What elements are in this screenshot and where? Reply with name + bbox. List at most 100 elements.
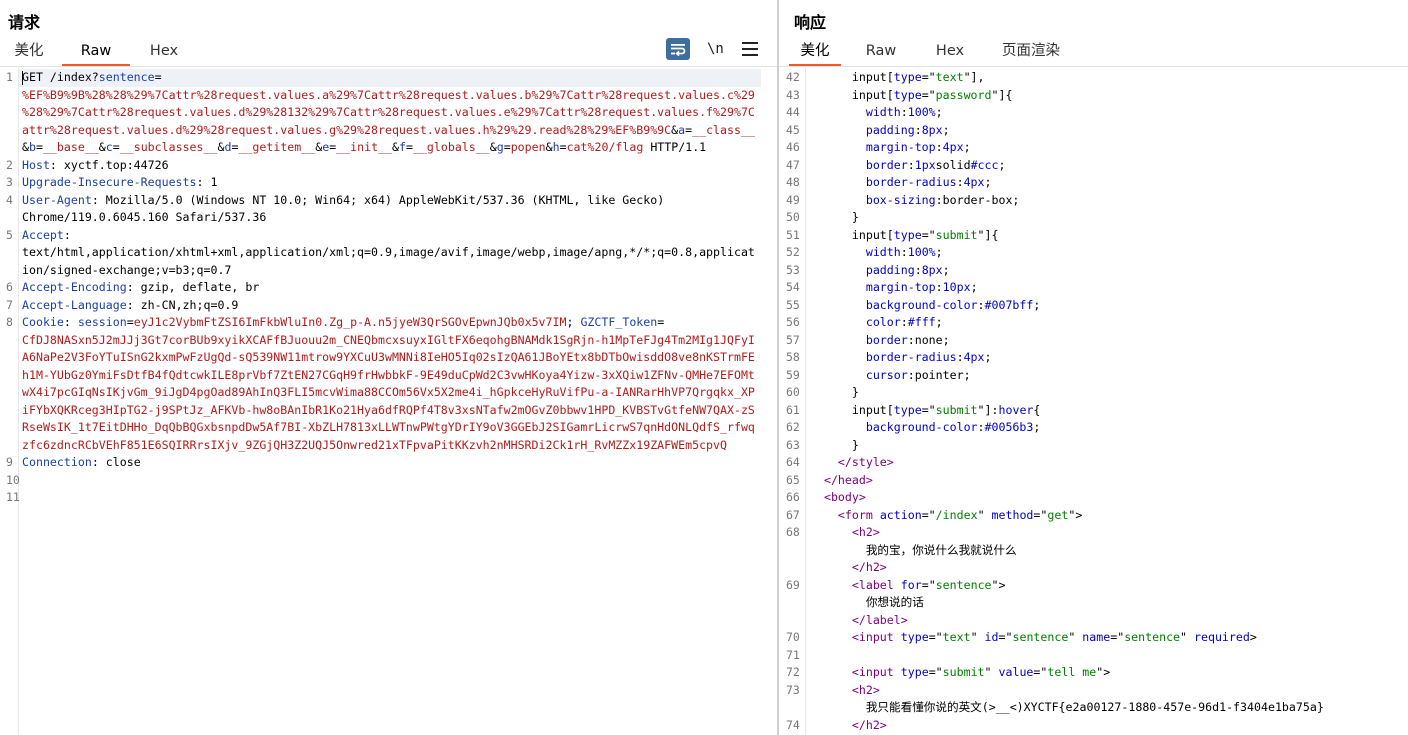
line-number: 64 <box>786 455 800 469</box>
line-number: 43 <box>786 87 800 102</box>
request-code-line: attr%28request.values.d%29%28request.val… <box>22 122 755 137</box>
request-code-line: Cookie: session=eyJ1c2VybmFtZSI6ImFkbWlu… <box>22 315 665 329</box>
line-number: 56 <box>786 315 800 329</box>
response-code-line: margin-top:4px; <box>865 140 971 154</box>
line-number: 47 <box>786 157 800 172</box>
hamburger-menu-icon[interactable] <box>742 38 758 60</box>
response-code-line: background-color:#007bff; <box>865 297 1041 312</box>
response-code-line: border-radius:4px; <box>865 175 992 189</box>
tab-pretty[interactable]: 美化 <box>8 40 50 66</box>
line-number: 11 <box>6 490 20 504</box>
request-code-line: h1M-YUbGz0YmiFsDtfB4fQdtcwkILE8prVbf7ZtE… <box>22 367 755 382</box>
line-number: 58 <box>786 350 800 364</box>
response-code-line: border-radius:4px; <box>865 350 992 364</box>
line-number: 5 <box>6 227 13 242</box>
line-number: 50 <box>786 210 800 224</box>
request-code-line: %EF%B9%9B%28%28%29%7Cattr%28request.valu… <box>22 87 755 102</box>
response-code-line: <h2> <box>851 525 880 539</box>
line-number: 54 <box>786 280 800 294</box>
response-code-line: 你想说的话 <box>810 595 924 609</box>
line-number: 57 <box>786 332 800 347</box>
line-number: 70 <box>786 630 800 644</box>
line-number: 72 <box>786 665 800 679</box>
response-code-line: <form action="/index" method="get"> <box>837 507 1083 522</box>
line-number: 7 <box>6 297 13 312</box>
response-code-line: 我的宝，你说什么我就说什么 <box>810 542 1017 557</box>
line-number: 59 <box>786 367 800 382</box>
response-code-line: <body> <box>823 490 866 504</box>
request-code-line: ion/signed-exchange;v=b3;q=0.7 <box>22 262 232 277</box>
request-code-line: Accept: <box>22 227 71 242</box>
response-code-line: </style> <box>837 455 894 469</box>
request-code-line: CfDJ8NASxn5J2mJJj3Gt7corBUb9xyikXCAFfBJu… <box>22 332 755 347</box>
response-code-line: input[type="submit"]:hover{ <box>810 402 1041 417</box>
line-number: 73 <box>786 682 800 697</box>
response-code-line: } <box>810 385 859 399</box>
line-number: 52 <box>786 245 800 259</box>
line-number: 44 <box>786 105 800 119</box>
response-code-line: <input type="text" id="sentence" name="s… <box>851 630 1257 644</box>
response-editor[interactable]: 42 input[type="text"], 43 input[type="pas… <box>779 68 1408 735</box>
line-number: 65 <box>786 472 800 487</box>
response-code-line: padding:8px; <box>865 262 950 277</box>
tab-hex[interactable]: Hex <box>140 40 188 66</box>
line-number: 74 <box>786 717 800 732</box>
response-title: 响应 <box>794 13 827 32</box>
line-number: 6 <box>6 280 13 294</box>
response-tabs: 美化 Raw Hex 页面渲染 <box>779 40 1408 66</box>
line-number: 3 <box>6 175 13 189</box>
tab-hex[interactable]: Hex <box>929 40 971 66</box>
line-number: 69 <box>786 577 800 592</box>
response-code-line: <h2> <box>851 682 880 697</box>
line-number: 1 <box>6 70 13 84</box>
request-code-line: A6NaPe2V3FoYTuISnG2kxmPwFzUgQd-sQ539NW11… <box>22 350 755 364</box>
request-code-line: text/html,application/xhtml+xml,applicat… <box>22 245 755 259</box>
text-caret <box>22 71 23 85</box>
request-code-line: %28%29%7Cattr%28request.values.d%29%2813… <box>22 105 755 119</box>
line-number: 4 <box>6 192 13 207</box>
response-code-line: input[type="text"], <box>810 70 985 84</box>
tab-pretty[interactable]: 美化 <box>789 40 841 66</box>
response-code-line: background-color:#0056b3; <box>865 420 1041 434</box>
line-number: 68 <box>786 525 800 539</box>
response-code-line: } <box>810 437 859 452</box>
line-number: 62 <box>786 420 800 434</box>
request-editor[interactable]: 1 GET /index?sentence= %EF%B9%9B%28%28%29%… <box>0 68 777 735</box>
line-number: 63 <box>786 437 800 452</box>
tab-render[interactable]: 页面渲染 <box>997 40 1065 66</box>
request-code-line: &b=__base__&c=__subclasses__&d=__getitem… <box>22 140 707 154</box>
line-number: 8 <box>6 315 13 329</box>
request-code-line: Connection: close <box>22 455 141 469</box>
wrap-lines-icon <box>671 44 686 57</box>
request-code-line: RseWsIK_1t7EitDHHo_DqQbBQGxbsnpdDw5Af7BI… <box>22 420 755 434</box>
wrap-lines-button[interactable] <box>666 38 690 60</box>
request-title: 请求 <box>8 13 41 32</box>
response-code-line: </label> <box>851 612 908 627</box>
response-pane: 响应 美化 Raw Hex 页面渲染 42 input[type="text"]… <box>779 0 1408 735</box>
response-code-line: padding:8px; <box>865 122 950 137</box>
line-number: 49 <box>786 192 800 207</box>
line-number: 42 <box>786 70 800 84</box>
request-code-line: Chrome/119.0.6045.160 Safari/537.36 <box>22 210 267 224</box>
request-code-line: GET /index?sentence= <box>22 70 162 84</box>
line-number: 55 <box>786 297 800 312</box>
response-code-line: </head> <box>823 472 873 487</box>
response-code-line: </h2> <box>851 560 887 574</box>
line-number: 61 <box>786 402 800 417</box>
tab-raw[interactable]: Raw <box>62 40 130 66</box>
response-code-line: <label for="sentence"> <box>851 577 1006 592</box>
tab-raw[interactable]: Raw <box>863 40 899 66</box>
request-code-line: User-Agent: Mozilla/5.0 (Windows NT 10.0… <box>22 192 665 207</box>
response-code-line: </h2> <box>851 717 887 732</box>
request-code-line: Upgrade-Insecure-Requests: 1 <box>22 175 218 189</box>
request-code-line: wX4i7pcGIqNsIKjvGm_9iJgD4pgOad89AhInQ3FL… <box>22 385 755 399</box>
line-number: 48 <box>786 175 800 189</box>
line-number: 46 <box>786 140 800 154</box>
line-number: 53 <box>786 262 800 277</box>
request-code-line: iFYbXQKRceg3HIpTG2-j9SPtJz_AFKVb-hw8oBAn… <box>22 402 755 417</box>
line-number: 9 <box>6 455 13 469</box>
line-number: 2 <box>6 157 13 172</box>
response-code-line: margin-top:10px; <box>865 280 978 294</box>
show-newlines-button[interactable]: \n <box>707 38 724 60</box>
response-code-line: 我只能看懂你说的英文(>__<)XYCTF{e2a00127-1880-457e… <box>810 700 1324 714</box>
